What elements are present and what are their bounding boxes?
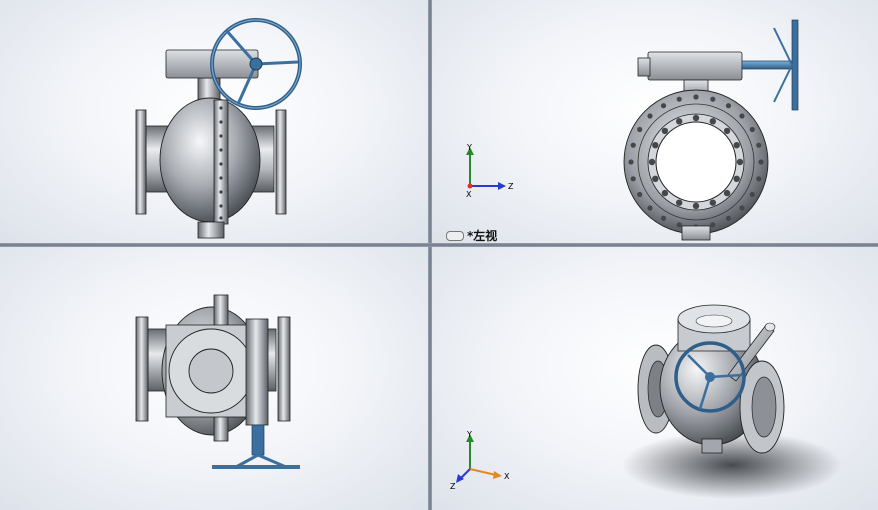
bolt-hole (652, 175, 659, 182)
bolt-hole (749, 191, 755, 198)
bolt-hole (749, 126, 755, 133)
bolt-hole (660, 215, 667, 221)
view-label-left: *左视 (446, 227, 497, 243)
gearbox (647, 51, 743, 81)
bolt-hole (725, 103, 732, 109)
bottom-support (197, 221, 225, 239)
bolt-hole (676, 222, 682, 228)
handwheel (791, 19, 799, 111)
bolt-hole (637, 126, 643, 133)
triad-z-label: Z (450, 482, 456, 491)
viewport-front[interactable] (0, 0, 428, 243)
flange-right (277, 316, 291, 422)
bolt-hole (725, 215, 732, 221)
bolt-hole (709, 199, 716, 206)
bolt-hole (733, 175, 740, 182)
bolt-hole (628, 159, 634, 165)
bolt-hole (739, 205, 745, 211)
view-orientation-icon (446, 230, 464, 241)
bolt-hole (676, 199, 683, 206)
bolt-hole (661, 189, 669, 197)
bolt-hole (692, 114, 700, 122)
bore (655, 121, 737, 203)
triad-y-label: Y (466, 143, 472, 152)
bolt-hole (693, 94, 699, 100)
view-name: *左视 (467, 229, 498, 243)
viewport-splitter-horizontal[interactable] (0, 243, 878, 247)
bolt-hole (739, 113, 745, 119)
viewport-grid: Y Z X *左视 Y X Z (0, 0, 878, 510)
bolt-hole (647, 205, 653, 211)
bolt-hole (692, 202, 700, 210)
bolt-hole (676, 96, 682, 102)
bolt-hole (676, 118, 683, 125)
viewport-splitter-vertical[interactable] (428, 0, 432, 510)
bolt-hole (630, 176, 636, 182)
triad-z-label: Z (508, 182, 514, 191)
bolt-hole (652, 142, 659, 149)
triad-y-label: Y (466, 430, 472, 439)
triad-icon: Y X Z (450, 430, 510, 491)
bolt-hole (648, 158, 656, 166)
front-view-model (135, 18, 302, 239)
flange-right (275, 109, 287, 215)
bolt-hole (637, 191, 643, 198)
top-view-model (135, 294, 300, 469)
flange-left (135, 316, 149, 422)
bolt-hole (756, 142, 762, 148)
triad-icon: Y Z X (466, 143, 514, 199)
bolt-hole (733, 142, 740, 149)
viewport-top[interactable] (0, 247, 428, 510)
bolt-hole (723, 189, 731, 197)
bolt-hole (660, 103, 667, 109)
flange-left (135, 109, 147, 215)
bolt-hole (710, 96, 716, 102)
bolt-hole (736, 158, 744, 166)
bolt-hole (630, 142, 636, 148)
handwheel-shaft (251, 424, 265, 456)
bolt-hole (723, 127, 731, 135)
bolt-hole (661, 127, 669, 135)
triad-x-label: X (504, 472, 510, 481)
viewport-isometric[interactable]: Y X Z (432, 247, 878, 510)
bolt-hole (756, 176, 762, 182)
bolt-hole (647, 113, 653, 119)
bolt-hole (709, 118, 716, 125)
left-view-model (623, 19, 799, 241)
bolt-hole (758, 159, 764, 165)
handwheel-shaft (741, 60, 793, 70)
valve-body (159, 97, 261, 223)
viewport-left[interactable]: Y Z X *左视 (432, 0, 878, 243)
bolt-hole (710, 222, 716, 228)
triad-x-label: X (466, 190, 472, 199)
